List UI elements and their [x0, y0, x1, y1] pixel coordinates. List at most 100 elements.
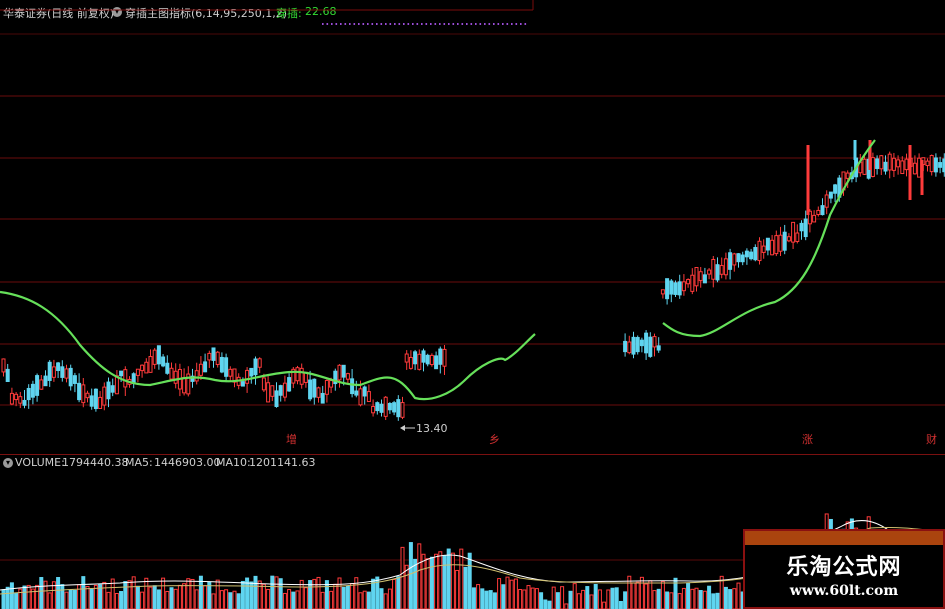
volume-bar [614, 587, 619, 609]
candle-body [929, 154, 934, 173]
candle-body [728, 252, 733, 270]
signal-dot [398, 23, 401, 25]
candle-body [329, 380, 334, 388]
volume-bar [274, 576, 279, 609]
price-and-volume-chart[interactable]: 13.40 增 乡 涨 财 [0, 0, 945, 609]
volume-bar [572, 583, 577, 609]
candle-body [102, 386, 107, 406]
candle-body [862, 158, 867, 175]
candle-body [396, 399, 401, 418]
candle-body [207, 352, 212, 361]
volume-value: 1794440.38 [62, 456, 129, 469]
signal-dot [412, 23, 414, 25]
volume-bar [450, 552, 455, 609]
signal-dot [470, 23, 473, 25]
candle-body [669, 280, 674, 295]
event-marker[interactable]: 增 [286, 432, 297, 446]
volume-bar [602, 601, 607, 609]
event-marker[interactable]: 涨 [802, 433, 813, 446]
volume-bar [190, 578, 195, 609]
volume-bar [606, 589, 611, 609]
candle-body [938, 162, 943, 168]
signal-dot [502, 23, 504, 25]
volume-bar [266, 588, 271, 609]
candle-body [400, 402, 405, 418]
volume-bar [446, 548, 451, 609]
volume-bar [270, 575, 275, 609]
volume-bar [589, 594, 594, 609]
volume-bar [72, 589, 77, 609]
volume-bar [152, 585, 157, 609]
volume-bar [644, 583, 649, 609]
candle-body [85, 392, 90, 399]
volume-bar [68, 589, 73, 609]
candle-body [308, 379, 313, 400]
signal-dot [340, 23, 342, 25]
candle-body [660, 289, 665, 295]
volume-bar [434, 553, 439, 609]
volume-bar [408, 542, 413, 609]
signal-dot [506, 23, 509, 25]
signal-dot [376, 23, 378, 25]
volume-bar [329, 590, 334, 609]
candle-body [904, 158, 909, 171]
volume-bar [43, 580, 48, 609]
volume-bar [635, 581, 640, 609]
volume-bar [413, 558, 418, 609]
volume-bar [492, 592, 497, 609]
event-marker[interactable]: 乡 [489, 433, 500, 446]
signal-dot [488, 23, 491, 25]
volume-bar [497, 578, 502, 609]
volume-bar [333, 583, 338, 609]
volume-bar [102, 581, 107, 609]
candle-body [123, 369, 128, 388]
candle-body [845, 172, 850, 179]
signal-dot [367, 23, 369, 25]
volume-bar [203, 585, 208, 609]
candle-body [715, 264, 720, 281]
candle-body [371, 406, 376, 414]
volume-bar [9, 582, 14, 609]
candle-body [60, 366, 65, 378]
low-price-annotation: 13.40 [400, 422, 448, 435]
volume-bar [597, 589, 602, 609]
candle-body [354, 390, 359, 396]
volume-bar [371, 578, 376, 609]
candle-body [891, 157, 896, 171]
candle-body [228, 368, 233, 377]
candle-body [379, 403, 384, 413]
watermark-banner [745, 531, 943, 545]
candle-body [261, 377, 266, 391]
candle-body [257, 358, 262, 368]
volume-bar [194, 589, 199, 609]
volume-bar [312, 578, 317, 609]
signal-dot [524, 23, 527, 25]
signal-dot [362, 23, 365, 25]
volume-bar [404, 564, 409, 609]
candlesticks [1, 140, 945, 421]
candle-body [148, 356, 153, 373]
volume-bar [702, 590, 707, 609]
volume-bar [610, 587, 615, 609]
candle-body [429, 354, 434, 366]
site-watermark: 乐淘公式网 www.60lt.com [743, 529, 945, 609]
ma10-label: MA10: [216, 456, 251, 469]
volume-bar [560, 586, 565, 609]
low-price-label: 13.40 [416, 422, 448, 435]
volume-bar [660, 580, 665, 609]
candle-body [744, 250, 749, 258]
candle-body [833, 184, 838, 194]
volume-bar [438, 551, 443, 609]
event-marker[interactable]: 财 [926, 432, 937, 446]
candle-body [896, 159, 901, 168]
volume-bar [93, 584, 98, 609]
signal-dot [515, 23, 518, 25]
volume-bar [669, 592, 674, 609]
volume-bar [341, 586, 346, 609]
candle-body [312, 378, 317, 398]
volume-bar [287, 589, 292, 609]
volume-bar [723, 586, 728, 609]
candle-body [694, 267, 699, 287]
candle-body [912, 162, 917, 175]
chevron-circle-icon[interactable]: ▾ [3, 458, 13, 468]
